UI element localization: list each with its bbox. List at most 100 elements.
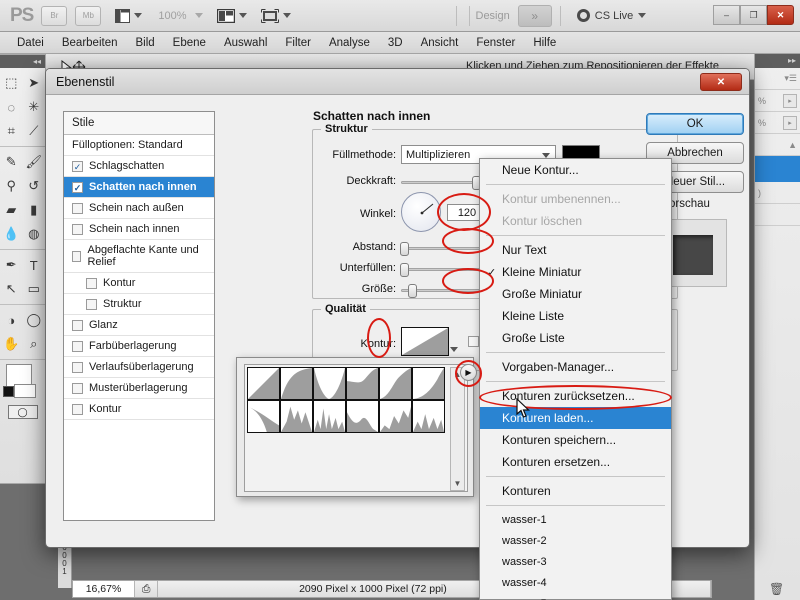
color-swatches[interactable]: [0, 360, 45, 402]
scroll-up-row[interactable]: ▲: [755, 134, 800, 156]
style-list-item[interactable]: Farbüberlagerung: [64, 336, 214, 357]
angle-dial[interactable]: [401, 192, 441, 232]
pen-tool[interactable]: ✒: [0, 253, 23, 277]
cs-live-button[interactable]: CS Live: [576, 9, 647, 22]
view-extras-button[interactable]: [115, 8, 143, 23]
style-list-item[interactable]: Abgeflachte Kante und Relief: [64, 240, 214, 273]
scroll-down-icon[interactable]: ▼: [451, 477, 464, 490]
style-list-item[interactable]: ✓ Schatten nach innen: [64, 177, 214, 198]
contour-thumbnail[interactable]: [346, 400, 379, 433]
layer-row[interactable]: [755, 204, 800, 226]
context-menu-item[interactable]: Vorgaben-Manager...: [480, 356, 671, 378]
dodge-tool[interactable]: ◍: [23, 222, 46, 246]
style-enable-checkbox[interactable]: [72, 319, 83, 331]
quick-mask-button[interactable]: ◯: [0, 402, 45, 419]
workspace-design-button[interactable]: Design: [476, 10, 510, 22]
scroll-up-icon[interactable]: ▲: [788, 140, 797, 150]
delete-layer-icon[interactable]: 🗑: [769, 582, 784, 596]
workspace-more-button[interactable]: »: [517, 4, 552, 27]
3d-orbit-tool[interactable]: ◯: [23, 308, 46, 332]
style-enable-checkbox[interactable]: [72, 202, 83, 214]
ok-button[interactable]: OK: [646, 113, 744, 135]
distance-slider-knob[interactable]: [400, 242, 409, 256]
fill-row[interactable]: % ▸: [755, 112, 800, 134]
style-enable-checkbox[interactable]: [72, 340, 83, 352]
panel-menu-row[interactable]: ▾☰: [755, 68, 800, 90]
opacity-row[interactable]: % ▸: [755, 90, 800, 112]
contour-thumbnail[interactable]: [280, 367, 313, 400]
dialog-close-button[interactable]: ✕: [700, 73, 742, 91]
menu-item-auswahl[interactable]: Auswahl: [215, 35, 276, 51]
status-zoom-field[interactable]: 16,67%: [73, 581, 135, 597]
style-list-item[interactable]: Kontur: [64, 399, 214, 420]
mini-bridge-button[interactable]: Mb: [75, 5, 102, 26]
lasso-tool[interactable]: ◌: [0, 95, 23, 119]
contour-thumbnail[interactable]: [379, 400, 412, 433]
panel-expand-handle[interactable]: ▸▸: [755, 54, 800, 68]
contour-thumbnail[interactable]: [412, 367, 445, 400]
magic-wand-tool[interactable]: ✳: [23, 95, 46, 119]
context-menu-item[interactable]: wasser-5: [480, 593, 671, 600]
context-menu-item[interactable]: Konturen laden...: [480, 407, 671, 429]
style-enable-checkbox[interactable]: [86, 277, 97, 289]
context-menu-item[interactable]: ✓ Kleine Miniatur: [480, 261, 671, 283]
eraser-tool[interactable]: ▰: [0, 198, 23, 222]
style-list-item[interactable]: Musterüberlagerung: [64, 378, 214, 399]
close-button[interactable]: ✕: [767, 5, 794, 25]
eyedropper-tool[interactable]: ⟋: [23, 119, 46, 143]
contour-preview-button[interactable]: [401, 327, 449, 356]
menu-item-hilfe[interactable]: Hilfe: [524, 35, 565, 51]
style-enable-checkbox[interactable]: ✓: [72, 160, 83, 172]
selected-layer-row[interactable]: [755, 156, 800, 182]
contour-thumbnail[interactable]: [313, 367, 346, 400]
contour-thumbnail[interactable]: [247, 367, 280, 400]
style-list-item[interactable]: Struktur: [64, 294, 214, 315]
restore-button[interactable]: ❐: [740, 5, 767, 25]
status-doc-icon[interactable]: ⎙: [135, 581, 159, 597]
panel-menu-icon[interactable]: ▾☰: [784, 73, 797, 84]
context-menu-item[interactable]: Neue Kontur...: [480, 159, 671, 181]
style-list-item[interactable]: Kontur: [64, 273, 214, 294]
context-menu-item[interactable]: Konturen: [480, 480, 671, 502]
blur-tool[interactable]: 💧: [0, 222, 23, 246]
size-slider-knob[interactable]: [408, 284, 417, 298]
style-enable-checkbox[interactable]: [72, 403, 83, 415]
arrange-documents-button[interactable]: [216, 8, 247, 23]
menu-item-bild[interactable]: Bild: [126, 35, 163, 51]
context-menu-item[interactable]: Große Miniatur: [480, 283, 671, 305]
style-enable-checkbox[interactable]: [72, 361, 83, 373]
marquee-tool[interactable]: ⬚: [0, 71, 23, 95]
move-tool[interactable]: ➤: [23, 71, 46, 95]
layer-row[interactable]: ): [755, 182, 800, 204]
opacity-stepper[interactable]: ▸: [783, 93, 797, 108]
context-menu-item[interactable]: Konturen ersetzen...: [480, 451, 671, 473]
style-list-item[interactable]: ✓ Schlagschatten: [64, 156, 214, 177]
style-enable-checkbox[interactable]: [72, 250, 82, 262]
style-list-item[interactable]: Fülloptionen: Standard: [64, 135, 214, 156]
dialog-title-bar[interactable]: Ebenenstil ✕: [46, 69, 749, 95]
context-menu-item[interactable]: wasser-1: [480, 509, 671, 530]
contour-thumbnail[interactable]: [379, 367, 412, 400]
style-list-item[interactable]: Schein nach außen: [64, 198, 214, 219]
rotate-view-tool[interactable]: ◑: [0, 308, 23, 332]
fill-stepper[interactable]: ▸: [783, 115, 797, 130]
clone-stamp-tool[interactable]: ⚲: [0, 174, 23, 198]
contour-thumbnail[interactable]: [346, 367, 379, 400]
bridge-button[interactable]: Br: [41, 5, 68, 26]
style-enable-checkbox[interactable]: ✓: [72, 181, 83, 193]
style-enable-checkbox[interactable]: [72, 223, 83, 235]
contour-thumbnail[interactable]: [247, 400, 280, 433]
path-selection-tool[interactable]: ↖: [0, 277, 23, 301]
hand-tool[interactable]: ✋: [0, 332, 23, 356]
gradient-tool[interactable]: ▮: [23, 198, 46, 222]
style-enable-checkbox[interactable]: [72, 382, 83, 394]
context-menu-item[interactable]: wasser-3: [480, 551, 671, 572]
tools-collapse-handle[interactable]: ◂◂: [0, 55, 45, 68]
context-menu-item[interactable]: wasser-4: [480, 572, 671, 593]
rectangle-tool[interactable]: ▭: [23, 277, 46, 301]
context-menu-item[interactable]: Große Liste: [480, 327, 671, 349]
contour-thumbnail[interactable]: [313, 400, 346, 433]
menu-item-datei[interactable]: Datei: [8, 35, 53, 51]
style-list-item[interactable]: Schein nach innen: [64, 219, 214, 240]
menu-item-3d[interactable]: 3D: [379, 35, 412, 51]
